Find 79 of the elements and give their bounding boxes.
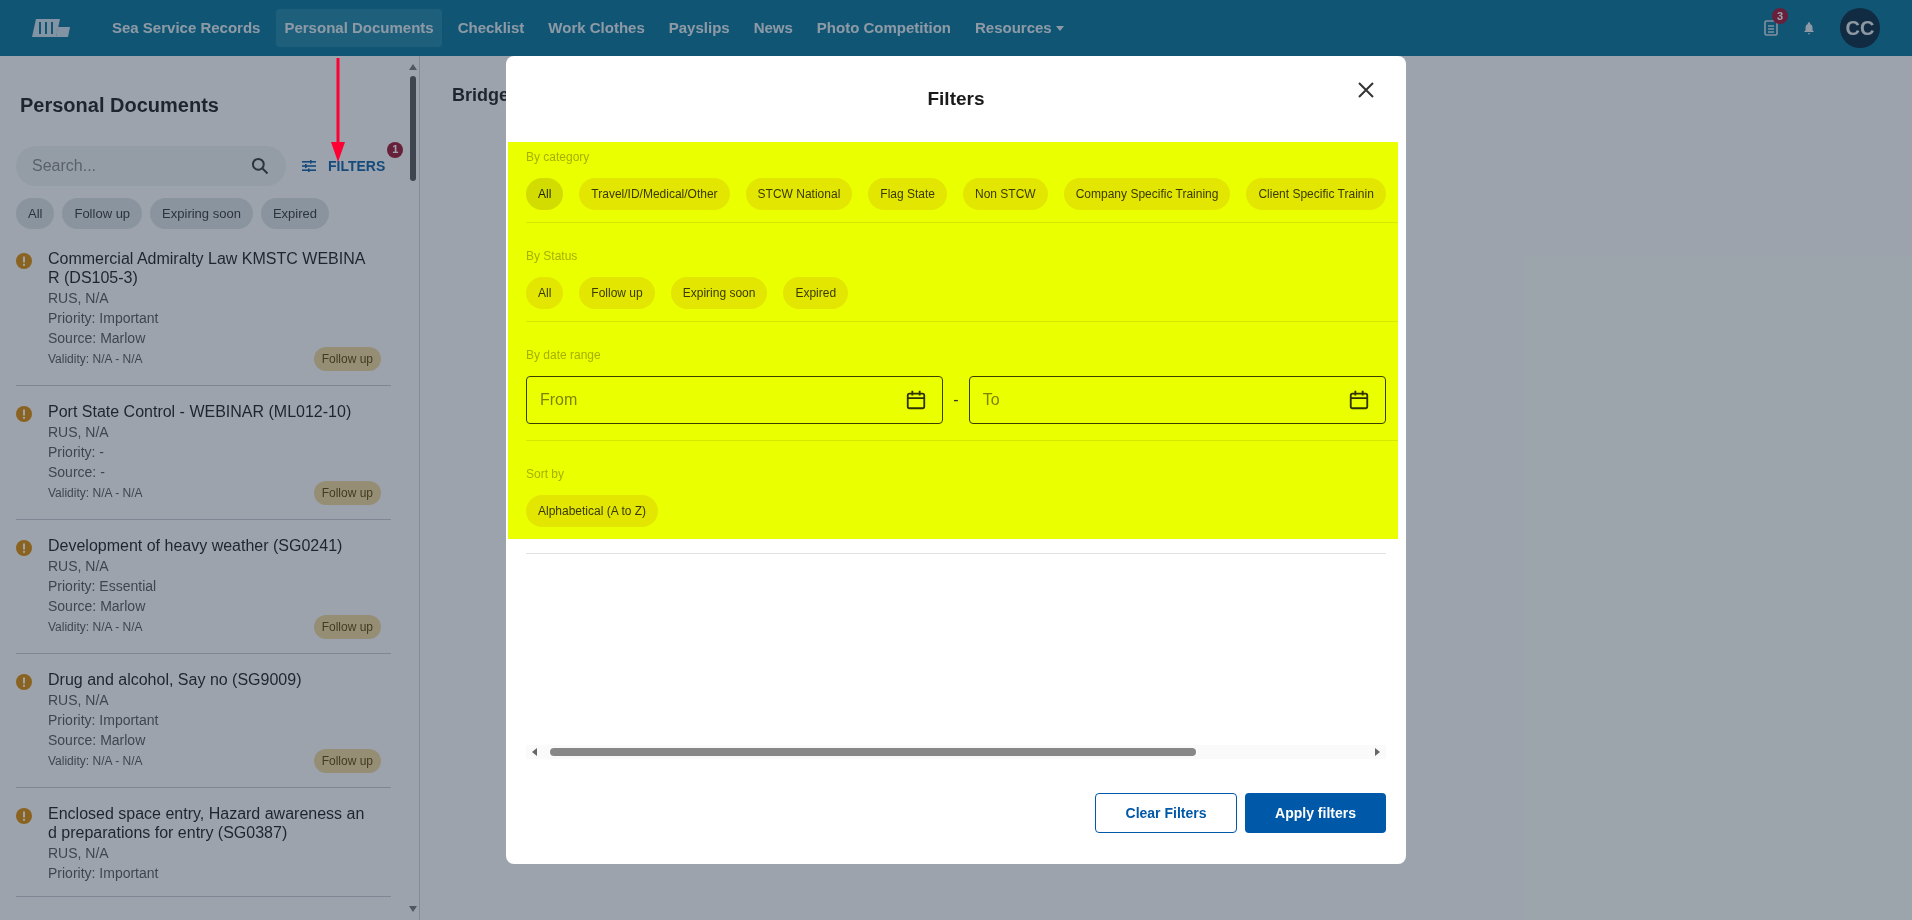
apply-filters-button[interactable]: Apply filters [1245,793,1386,833]
alert-icon [16,540,32,556]
status-badge: Follow up [313,481,381,505]
document-detail: Priority: - [48,443,105,461]
document-detail: RUS, N/A [48,557,110,575]
filter-chip[interactable]: Company Specific Training [1063,178,1231,210]
filter-chip[interactable]: Non STCW [963,178,1048,210]
page-heading: Bridge [452,84,509,107]
document-detail: RUS, N/A [48,691,110,709]
filter-chip[interactable]: Expired [783,277,849,309]
close-icon[interactable] [1358,82,1374,98]
filter-chip[interactable]: All [16,198,55,229]
date-separator: - [952,390,960,410]
bell-icon[interactable] [1802,21,1816,35]
document-title: Development of heavy weather (SG0241) [48,536,344,555]
dialog-title: Filters [927,86,985,111]
document-detail: Source: Marlow [48,731,147,749]
validity-text: Validity: N/A - N/A [48,351,143,368]
document-detail: RUS, N/A [48,844,110,862]
filter-chip[interactable]: STCW National [745,178,853,210]
alert-icon [16,253,32,269]
document-detail: Source: - [48,463,106,481]
filters-button[interactable]: FILTERS [298,147,390,185]
status-badge: Follow up [313,615,381,639]
validity-text: Validity: N/A - N/A [48,485,143,502]
document-title: Commercial Admiralty Law KMSTC WEBINA R (DS105-3) [48,249,367,287]
validity-text: Validity: N/A - N/A [48,753,143,770]
filters-badge: 1 [387,141,404,158]
document-list-item[interactable]: Commercial Admiralty Law KMSTC WEBINA R (DS105-3) RUS, N/A Priority: Important Source: Marlow Validity: N/A - N/A Follow up [16,247,391,386]
clear-filters-button[interactable]: Clear Filters [1095,793,1237,833]
calendar-icon[interactable] [1348,389,1370,411]
document-detail: Priority: Important [48,711,160,729]
document-detail: Source: Marlow [48,329,147,347]
filter-chip[interactable]: All [526,277,564,309]
filter-chip[interactable]: All [526,178,564,210]
filter-chip[interactable]: Flag State [868,178,947,210]
section-label: Sort by [526,466,565,483]
alert-icon [16,674,32,690]
to-date-field[interactable]: To [968,376,1386,424]
filter-chip[interactable]: Follow up [62,198,143,229]
sidebar-title: Personal Documents [20,93,220,118]
validity-text: Validity: N/A - N/A [48,619,143,636]
notification-badge: 3 [1772,8,1788,24]
document-list-item[interactable]: Port State Control - WEBINAR (ML012-10) RUS, N/A Priority: - Source: - Validity: N/A - N/A Follow up [16,400,391,520]
document-detail: RUS, N/A [48,423,110,441]
calendar-icon[interactable] [905,389,928,411]
section-label: By category [526,149,591,166]
caret-icon [1055,25,1064,31]
filter-chip[interactable]: Expired [260,198,329,229]
filter-chip[interactable]: Expiring soon [670,277,768,309]
document-list-item[interactable]: Enclosed space entry, Hazard awareness an d preparations for entry (SG0387) RUS, N/A Priority: Important [16,802,391,897]
document-title: Enclosed space entry, Hazard awareness an d preparations for entry (SG0387) [48,804,366,842]
section-label: By date range [526,347,602,364]
logo-icon[interactable] [32,17,72,39]
filter-chip[interactable]: Client Specific Trainin [1246,178,1386,210]
document-detail: Source: Marlow [48,597,147,615]
document-title: Drug and alcohol, Say no (SG9009) [48,670,303,689]
status-badge: Follow up [313,749,381,773]
sliders-icon [302,160,316,172]
filter-chip[interactable]: Expiring soon [150,198,253,229]
document-detail: Priority: Important [48,864,160,882]
filter-chip[interactable]: Follow up [579,277,655,309]
alert-icon [16,406,32,422]
user-avatar[interactable]: CC [1840,8,1880,48]
from-date-field[interactable]: From [526,376,944,424]
status-badge: Follow up [313,347,381,371]
document-detail: Priority: Important [48,309,160,327]
filter-chip[interactable]: Alphabetical (A to Z) [526,495,659,527]
alert-icon [16,808,32,824]
document-list-item[interactable]: Development of heavy weather (SG0241) RUS, N/A Priority: Essential Source: Marlow Validity: N/A - N/A Follow up [16,534,391,654]
section-label: By Status [526,248,579,265]
filter-chip[interactable]: Travel/ID/Medical/Other [579,178,730,210]
document-title: Port State Control - WEBINAR (ML012-10) [48,402,353,421]
search-field[interactable]: Search... [16,146,286,186]
document-icon[interactable] [1764,20,1778,36]
document-detail: Priority: Essential [48,577,158,595]
search-icon [250,156,270,176]
document-list-item[interactable]: Drug and alcohol, Say no (SG9009) RUS, N/A Priority: Important Source: Marlow Validity: N/A - N/A Follow up [16,668,391,788]
document-detail: RUS, N/A [48,289,110,307]
